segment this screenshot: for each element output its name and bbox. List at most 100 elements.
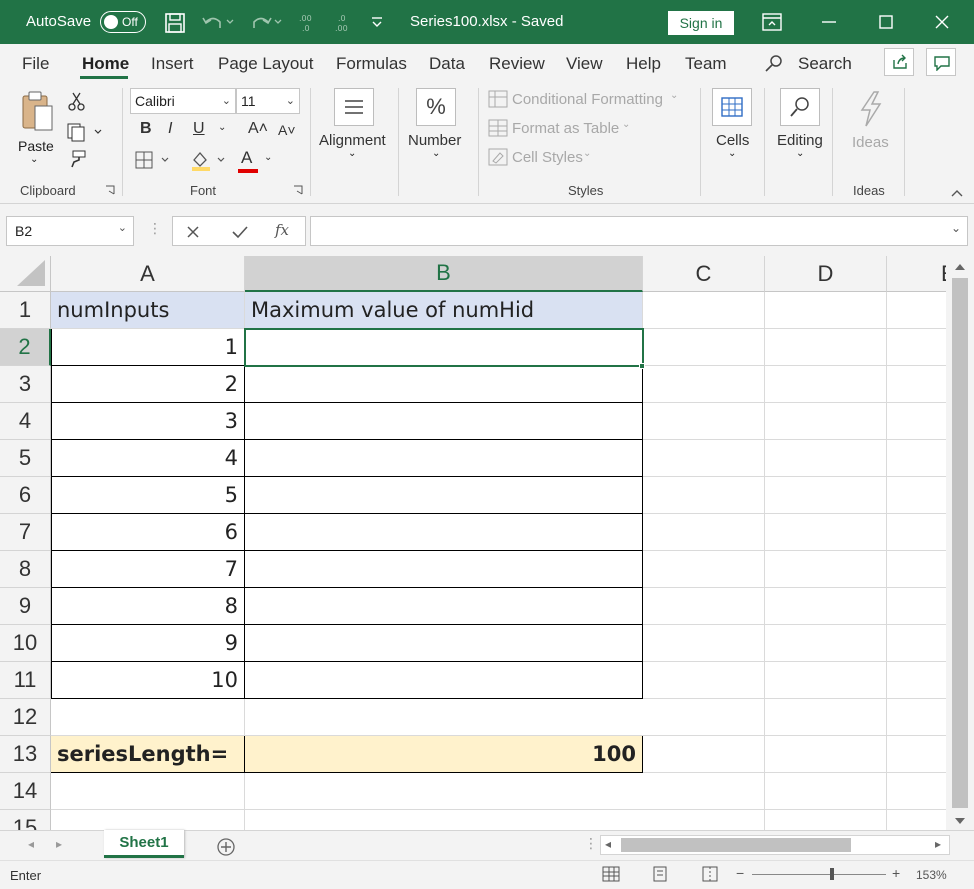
cell-b5[interactable] <box>245 440 643 477</box>
dialog-launcher-icon[interactable] <box>105 185 115 195</box>
row-header-1[interactable]: 1 <box>0 292 51 329</box>
row-header-11[interactable]: 11 <box>0 662 51 699</box>
row-header-6[interactable]: 6 <box>0 477 51 514</box>
font-color-letter[interactable]: A <box>241 148 252 168</box>
cell-b4[interactable] <box>245 403 643 440</box>
vertical-scrollbar[interactable] <box>946 256 974 830</box>
close-icon[interactable] <box>934 14 950 30</box>
column-header-b[interactable]: B <box>245 256 643 292</box>
tab-help[interactable]: Help <box>626 54 661 74</box>
cell-a1[interactable]: numInputs <box>51 292 245 329</box>
editing-button[interactable] <box>780 88 820 126</box>
search-icon[interactable] <box>764 54 784 74</box>
shrink-font-button[interactable]: A˅ <box>278 122 296 138</box>
copy-icon[interactable] <box>66 122 106 142</box>
paste-button[interactable]: Paste ⌄ <box>14 88 62 165</box>
scroll-right-icon[interactable]: ▸ <box>935 837 941 851</box>
row-header-5[interactable]: 5 <box>0 440 51 477</box>
scroll-left-icon[interactable]: ◂ <box>605 837 611 851</box>
borders-icon[interactable] <box>134 150 178 170</box>
cell-a8[interactable]: 7 <box>51 551 245 588</box>
sheet-tab-sheet1[interactable]: Sheet1 <box>104 830 184 858</box>
minimize-icon[interactable] <box>820 14 838 30</box>
cell-b8[interactable] <box>245 551 643 588</box>
cell-b11[interactable] <box>245 662 643 699</box>
share-button[interactable] <box>884 48 914 76</box>
ideas-lightning-icon[interactable] <box>856 90 884 128</box>
format-painter-icon[interactable] <box>68 150 88 168</box>
horizontal-scrollbar[interactable]: ◂ ▸ <box>600 835 950 855</box>
cell-b6[interactable] <box>245 477 643 514</box>
collapse-ribbon-icon[interactable] <box>950 188 964 198</box>
cell-b1[interactable]: Maximum value of numHid <box>245 292 643 329</box>
cut-icon[interactable] <box>68 92 86 112</box>
h-scroll-thumb[interactable] <box>621 838 851 852</box>
select-all-corner[interactable] <box>0 256 51 292</box>
row-header-13[interactable]: 13 <box>0 736 51 773</box>
bold-button[interactable]: B <box>140 120 152 138</box>
zoom-slider-track[interactable] <box>752 874 886 875</box>
zoom-level[interactable]: 153% <box>916 868 947 882</box>
cell-a11[interactable]: 10 <box>51 662 245 699</box>
row-header-7[interactable]: 7 <box>0 514 51 551</box>
sign-in-button[interactable]: Sign in <box>668 11 734 35</box>
name-box[interactable]: B2 ⌄ <box>6 216 134 246</box>
formula-input[interactable]: ⌄ <box>310 216 968 246</box>
cell-b13[interactable]: 100 <box>245 736 643 773</box>
chevron-down-icon[interactable]: ⌄ <box>264 152 272 163</box>
cell-a3[interactable]: 2 <box>51 366 245 403</box>
cell-a7[interactable]: 6 <box>51 514 245 551</box>
grow-font-button[interactable]: A˄ <box>248 120 268 138</box>
redo-icon[interactable] <box>248 12 284 32</box>
cell-b10[interactable] <box>245 625 643 662</box>
dialog-launcher-icon[interactable] <box>293 185 303 195</box>
fill-color-icon[interactable] <box>190 148 234 172</box>
tab-formulas[interactable]: Formulas <box>336 54 407 74</box>
alignment-label[interactable]: Alignment <box>319 132 386 149</box>
increase-decimal-icon[interactable]: .0.00 <box>334 12 356 32</box>
alignment-button[interactable] <box>334 88 374 126</box>
tab-data[interactable]: Data <box>429 54 465 74</box>
cell-a6[interactable]: 5 <box>51 477 245 514</box>
cell-a4[interactable]: 3 <box>51 403 245 440</box>
number-label[interactable]: Number <box>408 132 461 149</box>
row-header-15[interactable]: 15 <box>0 810 51 830</box>
underline-button[interactable]: U <box>193 120 205 138</box>
column-header-d[interactable]: D <box>765 256 887 292</box>
cell-a5[interactable]: 4 <box>51 440 245 477</box>
cell-styles-button[interactable]: Cell Styles <box>512 149 583 166</box>
comments-button[interactable] <box>926 48 956 76</box>
font-name-dropdown[interactable]: Calibri ⌄ <box>130 88 236 114</box>
cells-label[interactable]: Cells <box>716 132 749 149</box>
ideas-button[interactable]: Ideas <box>852 134 889 151</box>
column-header-a[interactable]: A <box>51 256 245 292</box>
decrease-decimal-icon[interactable]: .00.0 <box>298 12 320 32</box>
ribbon-display-options-icon[interactable] <box>762 13 782 31</box>
conditional-formatting-button[interactable]: Conditional Formatting <box>512 91 663 108</box>
editing-label[interactable]: Editing <box>777 132 823 149</box>
row-header-2[interactable]: 2 <box>0 329 51 366</box>
row-header-14[interactable]: 14 <box>0 773 51 810</box>
cells-button[interactable] <box>712 88 752 126</box>
row-header-12[interactable]: 12 <box>0 699 51 736</box>
page-break-view-icon[interactable] <box>702 866 718 882</box>
cell-b7[interactable] <box>245 514 643 551</box>
cell-b3[interactable] <box>245 366 643 403</box>
zoom-out-button[interactable]: − <box>736 865 744 881</box>
tab-view[interactable]: View <box>566 54 603 74</box>
tab-page-layout[interactable]: Page Layout <box>218 54 313 74</box>
fill-handle[interactable] <box>639 363 645 369</box>
enter-check-icon[interactable] <box>231 224 249 240</box>
number-format-button[interactable]: % <box>416 88 456 126</box>
insert-function-button[interactable]: fx <box>275 221 289 239</box>
cell-a10[interactable]: 9 <box>51 625 245 662</box>
tab-file[interactable]: File <box>22 54 49 74</box>
search-label[interactable]: Search <box>798 54 852 74</box>
chevron-down-icon[interactable]: ⌄ <box>218 122 226 133</box>
scroll-right-icon[interactable]: ▸ <box>56 837 62 851</box>
row-header-9[interactable]: 9 <box>0 588 51 625</box>
cell-a9[interactable]: 8 <box>51 588 245 625</box>
cell-a13[interactable]: seriesLength= <box>51 736 245 773</box>
zoom-slider-thumb[interactable] <box>830 868 834 880</box>
scroll-left-icon[interactable]: ◂ <box>28 837 34 851</box>
